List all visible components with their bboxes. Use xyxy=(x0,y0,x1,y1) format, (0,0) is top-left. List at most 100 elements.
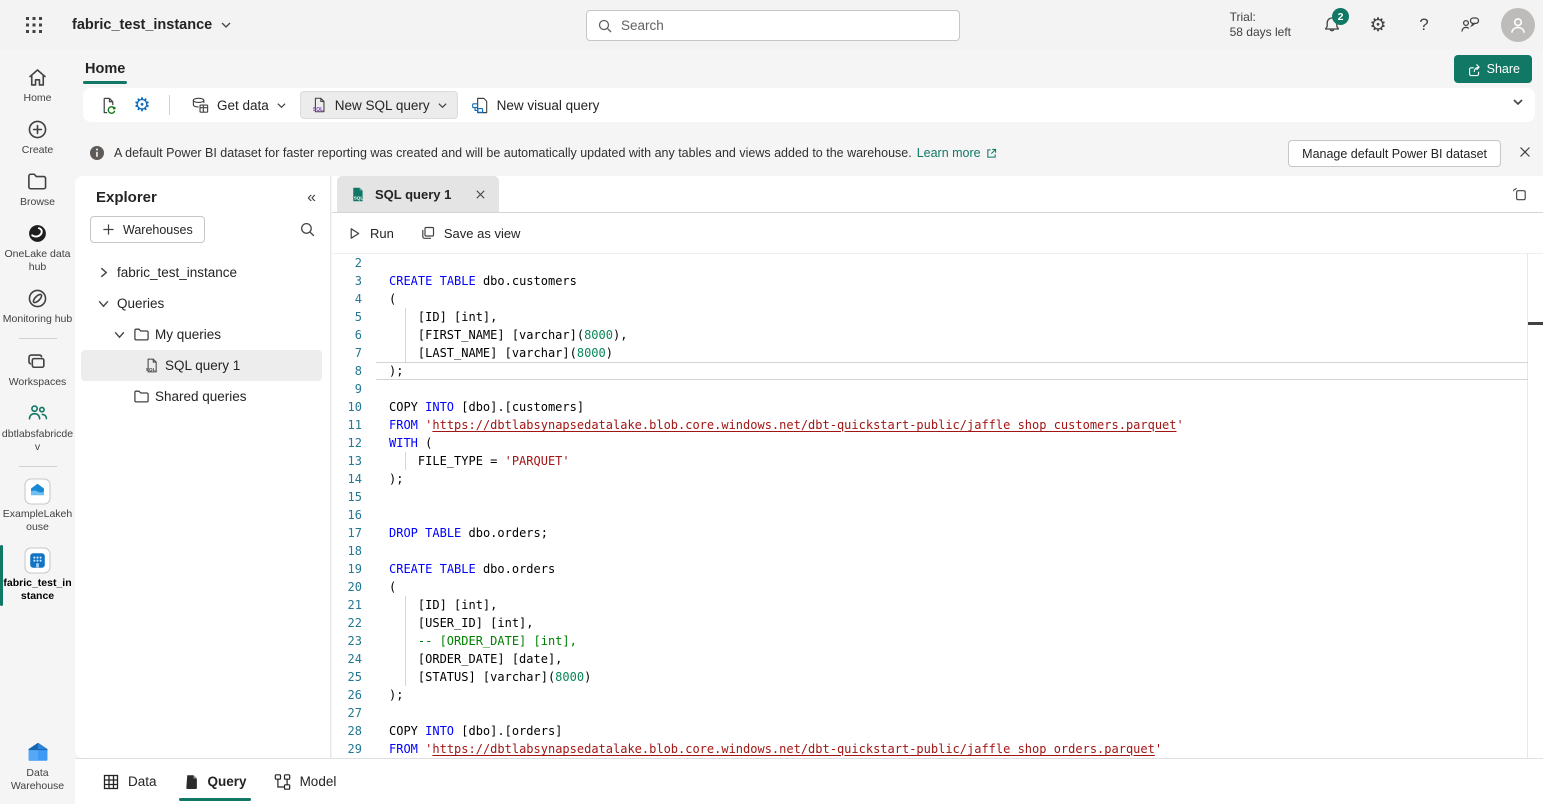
line-number: 18 xyxy=(332,542,376,560)
code-line[interactable]: 10COPY INTO [dbo].[customers] xyxy=(332,398,1543,416)
rail-item-workspaces[interactable]: Workspaces xyxy=(0,344,75,396)
code-line[interactable]: 3CREATE TABLE dbo.customers xyxy=(332,272,1543,290)
code-line[interactable]: 28COPY INTO [dbo].[orders] xyxy=(332,722,1543,740)
rail-item-data-warehouse[interactable]: Data Warehouse xyxy=(0,734,75,800)
line-number: 28 xyxy=(332,722,376,740)
settings-button[interactable]: ⚙ xyxy=(1359,6,1397,44)
tree-item-queries[interactable]: Queries xyxy=(81,288,322,319)
share-button[interactable]: Share xyxy=(1454,55,1532,83)
feedback-button[interactable] xyxy=(1451,6,1489,44)
ribbon-tab-home[interactable]: Home xyxy=(83,50,127,88)
create-icon xyxy=(26,118,49,141)
code-line[interactable]: 22 [USER_ID] [int], xyxy=(332,614,1543,632)
bottom-tab-data[interactable]: Data xyxy=(96,759,163,804)
rail-item-create[interactable]: Create xyxy=(0,112,75,164)
line-number: 6 xyxy=(332,326,376,344)
global-search[interactable] xyxy=(586,10,960,41)
help-button[interactable]: ? xyxy=(1405,6,1443,44)
code-line[interactable]: 11FROM 'https://dbtlabsynapsedatalake.bl… xyxy=(332,416,1543,434)
tree-item-fabric-test-instance[interactable]: fabric_test_instance xyxy=(81,257,322,288)
trial-status: Trial: 58 days left xyxy=(1230,10,1291,40)
bottom-tab-query[interactable]: Query xyxy=(177,759,253,804)
chevron-down-icon[interactable] xyxy=(111,328,128,341)
warehouse-settings-button[interactable]: ⚙ xyxy=(127,92,157,118)
bottom-tab-label: Data xyxy=(128,774,157,789)
notification-badge: 2 xyxy=(1332,8,1349,25)
rail-item-browse[interactable]: Browse xyxy=(0,164,75,216)
svg-text:SQL: SQL xyxy=(146,367,156,373)
code-line[interactable]: 5 [ID] [int], xyxy=(332,308,1543,326)
rail-item-fabric-test-instance[interactable]: fabric_test_instance xyxy=(0,541,75,610)
code-line[interactable]: 23 -- [ORDER_DATE] [int], xyxy=(332,632,1543,650)
search-icon xyxy=(299,221,316,238)
code-line[interactable]: 2 xyxy=(332,254,1543,272)
rail-item-monitoring-hub[interactable]: Monitoring hub xyxy=(0,281,75,333)
code-line[interactable]: 17DROP TABLE dbo.orders; xyxy=(332,524,1543,542)
code-line-content: DROP TABLE dbo.orders; xyxy=(376,524,1543,542)
code-line[interactable]: 20( xyxy=(332,578,1543,596)
sql-editor[interactable]: 23CREATE TABLE dbo.customers4(5 [ID] [in… xyxy=(332,254,1543,758)
tree-item-my-queries[interactable]: My queries xyxy=(81,319,322,350)
code-line[interactable]: 25 [STATUS] [varchar](8000) xyxy=(332,668,1543,686)
code-line[interactable]: 4( xyxy=(332,290,1543,308)
code-line[interactable]: 14); xyxy=(332,470,1543,488)
rail-item-dbtlabsfabricdev[interactable]: dbtlabsfabricdev xyxy=(0,396,75,461)
info-banner: A default Power BI dataset for faster re… xyxy=(75,134,1543,172)
notifications-button[interactable]: 2 xyxy=(1313,6,1351,44)
bottom-tab-label: Query xyxy=(208,774,247,789)
code-line[interactable]: 6 [FIRST_NAME] [varchar](8000), xyxy=(332,326,1543,344)
info-icon xyxy=(89,145,105,161)
save-as-view-button[interactable]: Save as view xyxy=(420,225,521,241)
code-line[interactable]: 26); xyxy=(332,686,1543,704)
tree-item-label: Queries xyxy=(117,296,164,311)
banner-close-button[interactable] xyxy=(1517,144,1533,160)
code-line[interactable]: 19CREATE TABLE dbo.orders xyxy=(332,560,1543,578)
code-line[interactable]: 29FROM 'https://dbtlabsynapsedatalake.bl… xyxy=(332,740,1543,758)
new-warehouse-button[interactable]: Warehouses xyxy=(90,216,205,243)
code-line[interactable]: 16 xyxy=(332,506,1543,524)
rail-item-onelake-data-hub[interactable]: OneLake data hub xyxy=(0,216,75,281)
rail-item-examplelakehouse[interactable]: ExampleLakehouse xyxy=(0,472,75,541)
bottom-tab-model[interactable]: Model xyxy=(267,759,343,804)
rail-item-home[interactable]: Home xyxy=(0,60,75,112)
collapse-panel-button[interactable]: « xyxy=(307,190,316,206)
code-line[interactable]: 8); xyxy=(332,362,1543,380)
code-line[interactable]: 13 FILE_TYPE = 'PARQUET' xyxy=(332,452,1543,470)
tree-item-label: My queries xyxy=(155,327,221,342)
account-button[interactable] xyxy=(1501,8,1535,42)
app-launcher-button[interactable] xyxy=(14,5,54,45)
explorer-search-button[interactable] xyxy=(299,221,316,238)
refresh-document-button[interactable] xyxy=(93,92,123,118)
explorer-panel: Explorer « Warehouses fabric_test_instan… xyxy=(75,176,331,758)
folder-icon xyxy=(133,388,150,405)
code-line[interactable]: 27 xyxy=(332,704,1543,722)
query-tab[interactable]: SQL SQL query 1 xyxy=(337,176,499,212)
toolbar-expand-button[interactable] xyxy=(1511,95,1525,109)
chevron-right-icon[interactable] xyxy=(95,266,112,279)
code-line[interactable]: 18 xyxy=(332,542,1543,560)
code-line[interactable]: 15 xyxy=(332,488,1543,506)
people-icon xyxy=(26,402,50,425)
code-line[interactable]: 12WITH ( xyxy=(332,434,1543,452)
code-line[interactable]: 21 [ID] [int], xyxy=(332,596,1543,614)
code-line[interactable]: 7 [LAST_NAME] [varchar](8000) xyxy=(332,344,1543,362)
learn-more-link[interactable]: Learn more xyxy=(917,146,998,160)
new-visual-query-button[interactable]: New visual query xyxy=(462,91,609,119)
copy-button[interactable] xyxy=(1510,185,1529,204)
manage-dataset-button[interactable]: Manage default Power BI dataset xyxy=(1288,140,1501,167)
line-number: 8 xyxy=(332,362,376,380)
rail-item-label: Data Warehouse xyxy=(2,767,74,793)
code-line-content xyxy=(376,542,1543,560)
get-data-button[interactable]: Get data xyxy=(182,91,296,119)
chevron-down-icon[interactable] xyxy=(95,297,112,310)
line-number: 2 xyxy=(332,254,376,272)
workspace-switcher[interactable]: fabric_test_instance xyxy=(72,17,232,33)
code-line[interactable]: 9 xyxy=(332,380,1543,398)
search-input[interactable] xyxy=(621,18,949,33)
tree-item-sql-query-1[interactable]: SQLSQL query 1 xyxy=(81,350,322,381)
tree-item-shared-queries[interactable]: Shared queries xyxy=(81,381,322,412)
run-button[interactable]: Run xyxy=(347,226,394,241)
code-line[interactable]: 24 [ORDER_DATE] [date], xyxy=(332,650,1543,668)
close-tab-button[interactable] xyxy=(474,188,487,201)
new-sql-query-button[interactable]: SQL New SQL query xyxy=(300,91,458,119)
